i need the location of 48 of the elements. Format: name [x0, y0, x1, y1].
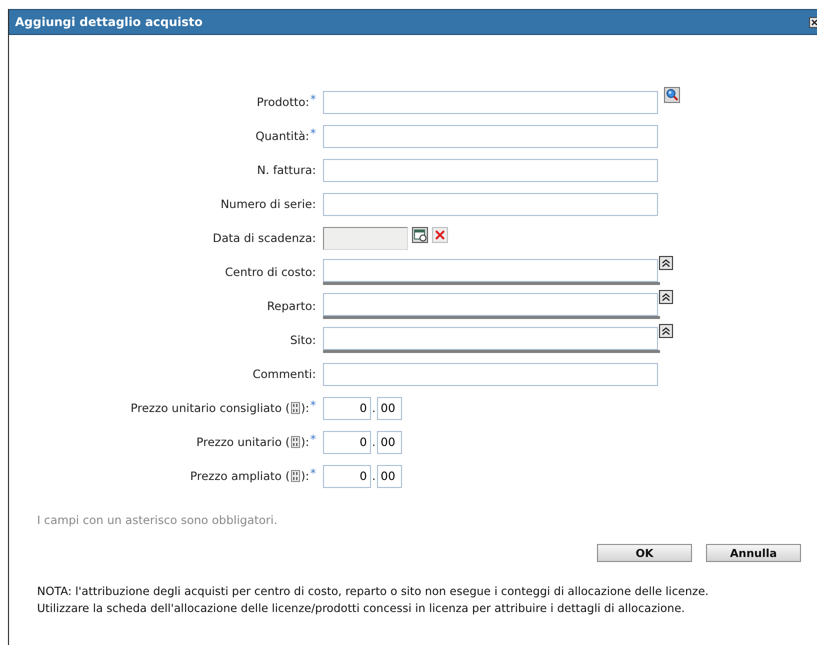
- field-label: Quantità:*: [255, 129, 316, 143]
- field-label: Centro di costo:: [225, 265, 316, 279]
- picker-field[interactable]: [323, 327, 660, 353]
- input-field[interactable]: [323, 158, 658, 182]
- field-label: Prezzo ampliato (: [190, 469, 290, 483]
- required-fields-note: I campi con un asterisco sono obbligatori.: [37, 513, 278, 527]
- decimal-field[interactable]: 00: [376, 430, 402, 454]
- currency-icon: [290, 470, 300, 482]
- integer-field[interactable]: 0: [323, 430, 371, 454]
- picker-field[interactable]: [323, 293, 660, 319]
- decimal-field[interactable]: 00: [376, 464, 402, 488]
- input-field[interactable]: [323, 192, 658, 216]
- chevron-up-icon[interactable]: [659, 324, 673, 338]
- decimal-field[interactable]: 00: [376, 396, 402, 420]
- field-label-suffix: ):*: [300, 435, 316, 449]
- dialog-button[interactable]: OK: [597, 544, 692, 562]
- field-label: Data di scadenza:: [212, 231, 316, 245]
- field-label: Numero di serie:: [220, 197, 316, 211]
- field-label-suffix: ):*: [300, 469, 316, 483]
- decimal-separator: .: [372, 401, 376, 415]
- decimal-separator: .: [372, 435, 376, 449]
- field-label: Prezzo unitario (: [196, 435, 290, 449]
- integer-field[interactable]: 0: [323, 464, 371, 488]
- dialog-button[interactable]: Annulla: [706, 544, 801, 562]
- input-field[interactable]: [323, 90, 658, 114]
- integer-field[interactable]: 0: [323, 396, 371, 420]
- input-field[interactable]: [323, 124, 658, 148]
- field-label-suffix: ):*: [300, 401, 316, 415]
- note-text: NOTA: l'attribuzione degli acquisti per centro di costo, reparto o sito non esegue i conteggi di allocazione delle licenze.: [37, 585, 710, 598]
- picker-field[interactable]: [323, 259, 660, 285]
- note-text: Utilizzare la scheda dell'allocazione delle licenze/prodotti concessi in licenza per attribuire i dettagli di allocazione.: [37, 602, 686, 615]
- clear-icon[interactable]: [432, 227, 448, 243]
- search-icon[interactable]: [664, 86, 680, 102]
- decimal-separator: .: [372, 469, 376, 483]
- chevron-up-icon[interactable]: [659, 256, 673, 270]
- calendar-icon[interactable]: [412, 227, 428, 243]
- window-title: Aggiungi dettaglio acquisto: [14, 15, 203, 29]
- field-label: Reparto:: [266, 299, 316, 313]
- field-label: Sito:: [290, 333, 316, 347]
- currency-icon: [290, 436, 300, 448]
- input-field[interactable]: [323, 362, 658, 386]
- field-label: Prezzo unitario consigliato (: [130, 401, 290, 415]
- chevron-up-icon[interactable]: [659, 290, 673, 304]
- field-label: N. fattura:: [257, 163, 316, 177]
- close-icon[interactable]: [809, 16, 817, 28]
- field-label: Prodotto:*: [256, 95, 316, 109]
- currency-icon: [290, 402, 300, 414]
- field-label: Commenti:: [252, 367, 316, 381]
